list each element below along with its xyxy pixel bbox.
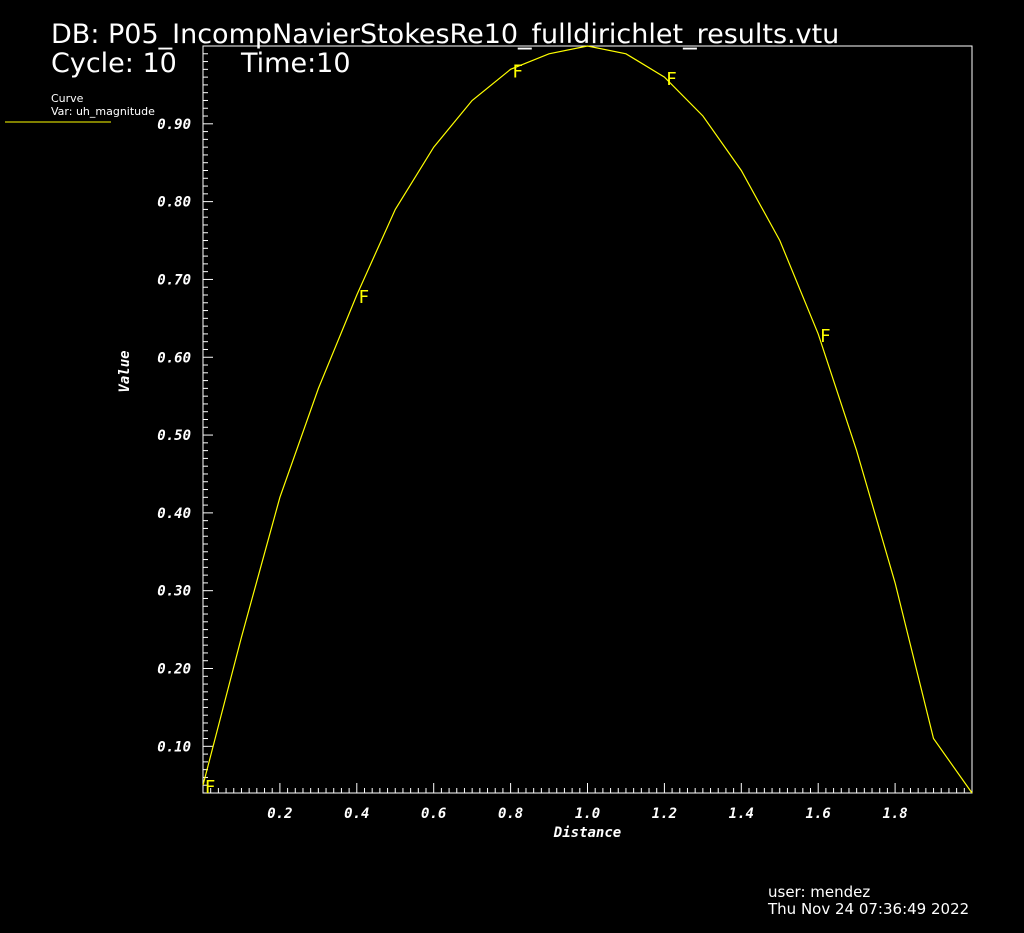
x-tick-label: 1.6 <box>806 806 831 822</box>
curve-marker: F <box>820 326 830 347</box>
curve-marker: F <box>359 287 369 308</box>
y-tick-label: 0.70 <box>157 272 191 288</box>
y-tick-label: 0.60 <box>157 350 191 366</box>
y-tick-label: 0.10 <box>157 739 191 755</box>
y-tick-label: 0.40 <box>157 506 191 522</box>
x-tick-label: 0.2 <box>267 806 292 822</box>
y-tick-label: 0.50 <box>157 428 191 444</box>
plot-frame <box>202 45 973 794</box>
y-tick-label: 0.30 <box>157 584 191 600</box>
y-axis-title: Value <box>117 350 133 392</box>
y-tick-label: 0.20 <box>157 662 191 678</box>
y-tick-label: 0.80 <box>157 195 191 211</box>
x-tick-label: 1.2 <box>652 806 677 822</box>
x-tick-label: 1.0 <box>575 806 600 822</box>
x-tick-label: 1.4 <box>729 806 754 822</box>
y-tick-label: 0.90 <box>157 117 191 133</box>
x-tick-label: 0.4 <box>344 806 369 822</box>
x-tick-label: 1.8 <box>882 806 907 822</box>
curve-marker: F <box>666 69 676 90</box>
x-tick-label: 0.6 <box>421 806 446 822</box>
line-chart: 0.2 0.4 0.6 0.8 1.0 1.2 1.4 1.6 1.8 0.10 0.20 0.30 0… <box>5 45 973 841</box>
curve-marker: F <box>205 777 215 798</box>
x-axis-title: Distance <box>553 825 621 841</box>
series-line <box>202 45 973 794</box>
x-tick-label: 0.8 <box>498 806 523 822</box>
curve-marker: F <box>513 61 523 82</box>
